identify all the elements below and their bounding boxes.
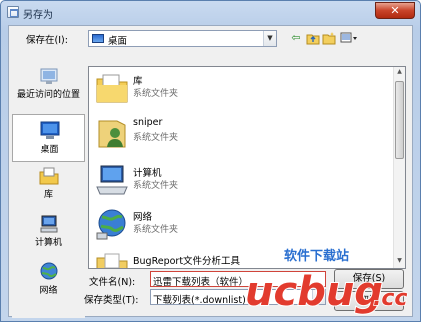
filetype-value: 下载列表(*.downlist) [153, 295, 246, 306]
file-name: sniper [133, 117, 163, 128]
list-item[interactable]: 库 系统文件夹 [89, 67, 394, 111]
dialog-client: 保存在(I): 桌面 ▼ ⇦ 最近访问的位置 桌面 库 计算机 网络 库 系统文… [8, 25, 413, 318]
location-value: 桌面 [108, 36, 128, 47]
desktop-small-icon [92, 34, 104, 43]
folder-icon [95, 251, 129, 268]
recent-places-icon [38, 67, 60, 87]
title-bar[interactable]: 另存为 ✕ [1, 1, 420, 25]
list-item[interactable]: 计算机 系统文件夹 [89, 159, 394, 203]
file-type: 系统文件夹 [133, 89, 179, 99]
filetype-label: 保存类型(T): [84, 295, 139, 306]
location-combo[interactable]: 桌面 ▼ [88, 30, 277, 47]
cancel-button[interactable]: 取消 [334, 291, 404, 311]
scroll-down-icon[interactable]: ▼ [395, 257, 404, 267]
chevron-down-icon[interactable]: ▼ [312, 290, 325, 304]
file-name: BugReport文件分析工具 [133, 256, 241, 267]
scroll-up-icon[interactable]: ▲ [395, 68, 404, 78]
place-recent[interactable]: 最近访问的位置 [12, 66, 85, 114]
filename-input[interactable]: 迅雷下载列表（软件） [150, 271, 326, 288]
places-bar: 最近访问的位置 桌面 库 计算机 网络 [12, 66, 85, 318]
list-item[interactable]: sniper 系统文件夹 [89, 111, 394, 155]
list-item[interactable]: 网络 系统文件夹 [89, 203, 394, 247]
place-desktop[interactable]: 桌面 [12, 114, 85, 162]
vertical-scrollbar[interactable]: ▲ ▼ [393, 67, 405, 268]
place-computer[interactable]: 计算机 [12, 212, 85, 260]
place-label: 计算机 [34, 238, 62, 248]
new-folder-icon[interactable] [322, 31, 336, 45]
file-type: 系统文件夹 [133, 133, 179, 143]
save-button[interactable]: 保存(S) [334, 269, 404, 289]
file-name: 计算机 [133, 168, 162, 179]
file-type: 系统文件夹 [133, 225, 179, 235]
close-button[interactable]: ✕ [375, 2, 415, 19]
list-item[interactable]: BugReport文件分析工具 文件夹 [89, 247, 394, 268]
place-label: 桌面 [40, 145, 59, 155]
network-globe-icon [95, 207, 129, 241]
libraries-icon [38, 166, 60, 186]
place-label: 最近访问的位置 [16, 90, 80, 100]
computer-icon [95, 163, 129, 197]
up-folder-icon[interactable] [306, 31, 320, 45]
filename-label: 文件名(N): [89, 277, 136, 288]
network-icon [38, 262, 60, 282]
back-arrow-icon[interactable]: ⇦ [289, 31, 303, 45]
place-libraries[interactable]: 库 [12, 164, 85, 212]
file-list[interactable]: 库 系统文件夹 sniper 系统文件夹 计算机 系统文件夹 网络 系统文件夹 … [88, 66, 406, 269]
filename-value: 迅雷下载列表（软件） [153, 277, 249, 288]
file-type: 系统文件夹 [133, 181, 179, 191]
window-icon [7, 6, 19, 18]
views-menu-icon[interactable] [340, 31, 358, 45]
window-title: 另存为 [23, 10, 53, 21]
user-folder-icon [95, 115, 129, 149]
chevron-down-icon[interactable]: ▼ [263, 31, 276, 46]
filetype-select[interactable]: 下载列表(*.downlist) ▼ [150, 289, 326, 306]
libraries-folder-icon [95, 71, 129, 105]
place-label: 网络 [39, 286, 58, 296]
place-label: 库 [43, 190, 53, 200]
file-name: 库 [133, 76, 143, 87]
scrollbar-thumb[interactable] [395, 81, 404, 159]
desktop-icon [39, 121, 61, 141]
save-in-label: 保存在(I): [26, 35, 68, 46]
file-type: 文件夹 [133, 266, 160, 268]
save-as-dialog: 另存为 ✕ 保存在(I): 桌面 ▼ ⇦ 最近访问的位置 桌面 库 计算机 网络… [0, 0, 421, 322]
file-name: 网络 [133, 212, 153, 223]
place-network[interactable]: 网络 [12, 260, 85, 308]
computer-icon [38, 214, 60, 234]
